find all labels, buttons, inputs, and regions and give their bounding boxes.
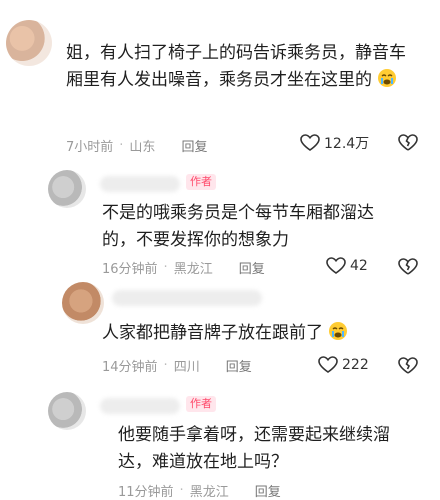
author-badge: 作者 xyxy=(186,396,216,412)
comment-location: 黑龙江 xyxy=(173,262,213,277)
username-blurred[interactable] xyxy=(112,290,262,306)
broken-heart-icon[interactable] xyxy=(398,357,418,375)
crying-emoji-icon xyxy=(329,322,348,340)
comment-text: 人家都把静音牌子放在跟前了 xyxy=(102,320,422,347)
comment-time: 7小时前 xyxy=(66,140,114,155)
comment-time: 11分钟前 xyxy=(118,485,174,500)
username-blurred[interactable] xyxy=(100,398,180,414)
comment-body: 人家都把静音牌子放在跟前了 xyxy=(102,323,323,343)
heart-icon xyxy=(326,257,346,274)
separator-dot: · xyxy=(163,358,168,373)
avatar[interactable] xyxy=(48,392,86,430)
separator-dot: · xyxy=(179,483,184,498)
like-count: 222 xyxy=(342,357,369,373)
broken-heart-icon[interactable] xyxy=(398,134,418,152)
comment-meta: 14分钟前 · 四川 回复 xyxy=(102,356,252,375)
comment-body: 他要随手拿着呀，还需要起来继续溜达，难道放在地上吗？ xyxy=(118,425,390,472)
comment-location: 四川 xyxy=(173,360,200,375)
separator-dot: · xyxy=(119,138,124,153)
comment-body: 姐，有人扫了椅子上的码告诉乘务员，静音车厢里有人发出噪音，乘务员才坐在这里的 xyxy=(66,43,406,90)
like-count: 12.4万 xyxy=(324,136,370,152)
comment-body: 不是的哦乘务员是个每节车厢都溜达的，不要发挥你的想象力 xyxy=(102,203,374,250)
comment-location: 黑龙江 xyxy=(189,485,229,500)
crying-emoji-icon xyxy=(378,69,397,87)
reply-button[interactable]: 回复 xyxy=(226,356,252,375)
comment-location: 山东 xyxy=(129,140,156,155)
comment-text: 姐，有人扫了椅子上的码告诉乘务员，静音车厢里有人发出噪音，乘务员才坐在这里的 xyxy=(66,40,416,94)
reply-button[interactable]: 回复 xyxy=(239,258,265,277)
heart-icon xyxy=(318,356,338,373)
reply-button[interactable]: 回复 xyxy=(255,481,281,500)
broken-heart-icon[interactable] xyxy=(398,258,418,276)
like-count: 42 xyxy=(350,258,368,274)
comment-meta: 11分钟前 · 黑龙江 回复 xyxy=(118,481,281,500)
reply-button[interactable]: 回复 xyxy=(181,136,207,155)
avatar[interactable] xyxy=(62,282,104,324)
avatar[interactable] xyxy=(48,170,86,208)
comment-time: 14分钟前 xyxy=(102,360,158,375)
avatar[interactable] xyxy=(6,20,52,66)
comment-meta: 16分钟前 · 黑龙江 回复 xyxy=(102,258,265,277)
comment-time: 16分钟前 xyxy=(102,262,158,277)
username-blurred[interactable] xyxy=(100,176,180,192)
author-badge: 作者 xyxy=(186,174,216,190)
like-button[interactable]: 222 xyxy=(318,356,369,374)
comment-meta: 7小时前 · 山东 回复 xyxy=(66,136,207,155)
like-button[interactable]: 12.4万 xyxy=(300,133,369,153)
separator-dot: · xyxy=(163,260,168,275)
like-button[interactable]: 42 xyxy=(326,257,368,275)
heart-icon xyxy=(300,134,320,151)
